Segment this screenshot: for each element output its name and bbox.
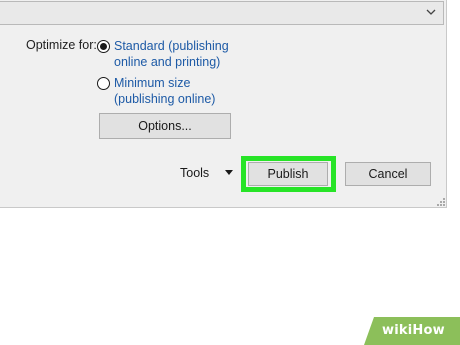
watermark-how: How	[412, 323, 445, 338]
resize-grip-icon[interactable]	[437, 198, 445, 206]
cancel-button[interactable]: Cancel	[345, 162, 431, 186]
publish-highlight-box	[241, 156, 336, 192]
radio-standard[interactable]: Standard (publishing online and printing…	[97, 38, 239, 70]
radio-standard-line1: Standard (publishing	[114, 39, 229, 53]
radio-minimum-line2: (publishing online)	[114, 92, 216, 106]
chevron-down-icon	[426, 9, 436, 15]
watermark-wiki: wiki	[382, 323, 413, 338]
caret-down-icon	[225, 170, 234, 175]
tools-menu[interactable]: Tools	[180, 166, 234, 180]
radio-minimum-line1: Minimum size	[114, 76, 191, 90]
radio-minimum-size-label[interactable]: Minimum size (publishing online)	[114, 75, 239, 107]
radio-standard-line2: online and printing)	[114, 55, 221, 69]
options-button[interactable]: Options...	[99, 113, 231, 139]
publish-dialog: Optimize for: Standard (publishing onlin…	[0, 0, 447, 208]
optimize-for-label: Optimize for:	[26, 38, 97, 52]
file-type-dropdown[interactable]	[0, 1, 444, 25]
screenshot-stage: Optimize for: Standard (publishing onlin…	[0, 0, 460, 345]
radio-standard-label[interactable]: Standard (publishing online and printing…	[114, 38, 239, 70]
tools-label: Tools	[180, 166, 210, 180]
wikihow-watermark: wikiHow	[364, 317, 460, 345]
radio-button-minimum-size[interactable]	[97, 77, 110, 90]
watermark-text: wikiHow	[382, 323, 445, 338]
radio-minimum-size[interactable]: Minimum size (publishing online)	[97, 75, 239, 107]
radio-button-standard[interactable]	[97, 40, 110, 53]
